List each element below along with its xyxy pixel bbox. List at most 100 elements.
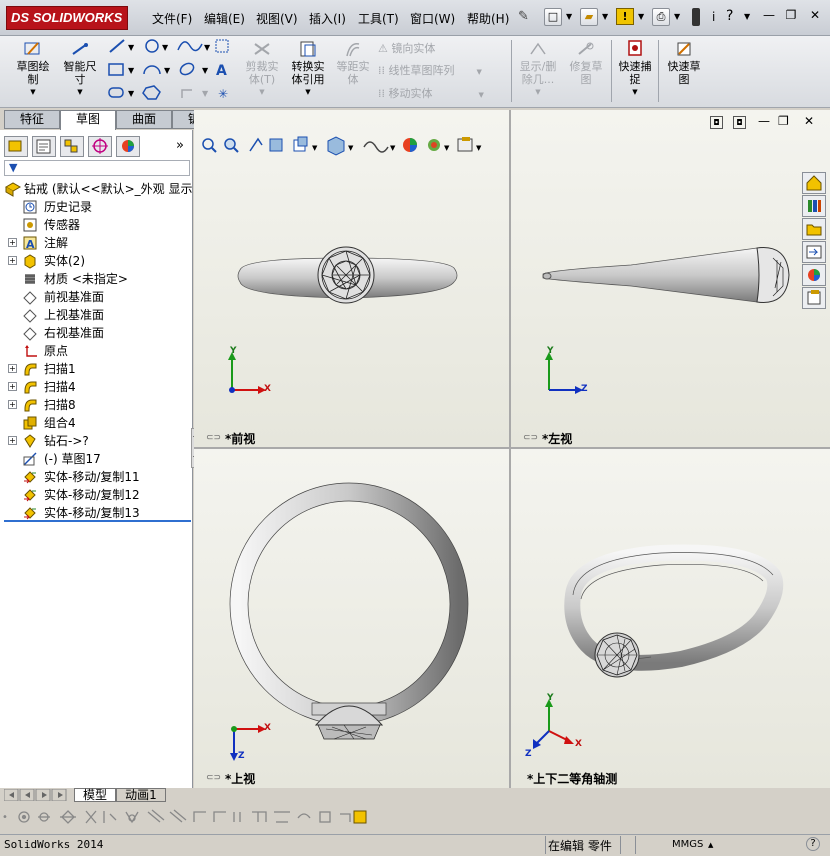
dimxpert-icon[interactable] xyxy=(88,136,112,157)
sketch-tools-grid[interactable]: ▼ ▼ ▼ ▼ ▼ ▼ A ▼ ▼ ✳ xyxy=(106,38,236,104)
rapid-sketch-button[interactable]: 快速草 图 xyxy=(662,40,706,86)
expand-toggle-icon[interactable]: + xyxy=(8,256,17,265)
status-help-button[interactable]: ? xyxy=(806,837,820,851)
status-units[interactable]: MMGS xyxy=(672,839,703,850)
minimize-icon[interactable]: — xyxy=(760,8,778,24)
viewport-restore-icon[interactable]: ❐ xyxy=(778,114,789,128)
apply-scene-icon[interactable] xyxy=(428,139,440,151)
open-folder-icon[interactable]: ▰ xyxy=(580,8,598,26)
viewport-front[interactable]: Y X ⊂⊃ *前视 xyxy=(194,110,509,447)
menu-window[interactable]: 窗口(W) xyxy=(410,10,455,27)
show-delete-relations-button[interactable]: 显示/删 除几... ▼ xyxy=(514,40,562,99)
tree-item[interactable]: + 扫描4 xyxy=(0,378,190,396)
viewport-left[interactable]: Y Z ⊂⊃ *左视 xyxy=(511,110,830,447)
configuration-manager-icon[interactable] xyxy=(60,136,84,157)
chevron-down-icon[interactable]: ▼ xyxy=(744,12,750,21)
tree-item[interactable]: + A 注解 xyxy=(0,234,190,252)
link-icon[interactable]: ⊂⊃ xyxy=(206,773,221,783)
link-icon[interactable]: ⊂⊃ xyxy=(523,433,538,443)
viewport-close-icon[interactable]: ✕ xyxy=(804,114,814,128)
tree-item[interactable]: 前视基准面 xyxy=(0,288,190,306)
chevron-down-icon[interactable]: ▼ xyxy=(638,12,644,21)
sketch-button[interactable]: 草图绘 制 ▼ xyxy=(10,40,56,99)
heads-up-view-toolbar[interactable]: ▼ ▼ ▼ ▼ ▼ xyxy=(200,135,500,157)
tree-item[interactable]: + 钻石->? xyxy=(0,432,190,450)
display-manager-icon[interactable] xyxy=(116,136,140,157)
taskpane-appearances-icon[interactable] xyxy=(802,264,826,286)
tab-features[interactable]: 特征 xyxy=(4,110,60,129)
convert-entities-button[interactable]: 转换实 体引用 ▼ xyxy=(286,40,330,99)
section-view-icon[interactable] xyxy=(269,138,283,152)
tree-item[interactable]: + 扫描8 xyxy=(0,396,190,414)
chevron-down-icon[interactable]: ▼ xyxy=(602,12,608,21)
menu-tools[interactable]: 工具(T) xyxy=(358,10,399,27)
info-icon[interactable]: i xyxy=(712,10,715,24)
expand-toggle-icon[interactable]: + xyxy=(8,364,17,373)
taskpane-file-explorer-icon[interactable] xyxy=(802,218,826,240)
tree-item[interactable]: + 扫描1 xyxy=(0,360,190,378)
property-manager-icon[interactable] xyxy=(32,136,56,157)
menu-file[interactable]: 文件(F) xyxy=(152,10,192,27)
help-icon[interactable]: ? xyxy=(726,8,733,24)
tree-item[interactable]: 实体-移动/复制12 xyxy=(0,486,190,504)
new-document-icon[interactable]: □ xyxy=(544,8,562,26)
link-icon[interactable]: ⊂⊃ xyxy=(206,433,221,443)
tile-view-icon[interactable]: ◘ xyxy=(710,116,723,129)
taskpane-view-palette-icon[interactable] xyxy=(802,241,826,263)
tree-item[interactable]: 实体-移动/复制11 xyxy=(0,468,190,486)
tree-item[interactable]: 原点 xyxy=(0,342,190,360)
close-icon[interactable]: ✕ xyxy=(806,8,824,24)
chevron-down-icon[interactable]: ▼ xyxy=(566,12,572,21)
quick-snaps-button[interactable]: 快速捕 捉 ▼ xyxy=(614,40,656,99)
rollback-bar[interactable] xyxy=(4,520,191,522)
tree-item[interactable]: 组合4 xyxy=(0,414,190,432)
zoom-to-fit-icon[interactable] xyxy=(202,138,217,153)
display-style-icon[interactable] xyxy=(363,141,389,153)
menu-help[interactable]: 帮助(H) xyxy=(467,10,509,27)
traffic-light-icon[interactable] xyxy=(692,8,700,26)
edit-appearance-icon[interactable] xyxy=(403,138,417,152)
pin-icon[interactable]: ✎ xyxy=(518,9,529,24)
menu-edit[interactable]: 编辑(E) xyxy=(204,10,245,27)
chevron-down-icon[interactable]: ▼ xyxy=(674,12,680,21)
tab-scroll-arrows[interactable] xyxy=(4,789,70,801)
tree-item[interactable]: 材质 <未指定> xyxy=(0,270,190,288)
tree-item[interactable]: 上视基准面 xyxy=(0,306,190,324)
tree-item[interactable]: 传感器 xyxy=(0,216,190,234)
previous-view-icon[interactable] xyxy=(249,137,263,152)
sketch-relations-toolbar[interactable]: • xyxy=(0,806,380,828)
move-entities-button[interactable]: ⁞⁞ 移动实体 ▼ xyxy=(378,85,484,101)
tree-filter[interactable]: ▼ xyxy=(4,160,190,176)
tree-item[interactable]: (-) 草图17 xyxy=(0,450,190,468)
viewport-minimize-icon[interactable]: — xyxy=(758,114,770,128)
menu-insert[interactable]: 插入(I) xyxy=(309,10,346,27)
tree-item[interactable]: + 实体(2) xyxy=(0,252,190,270)
viewport-isometric[interactable]: Y X Z *上下二等角轴测 xyxy=(511,449,830,788)
print-icon[interactable]: ⎙ xyxy=(652,8,670,26)
tab-animation[interactable]: 动画1 xyxy=(116,788,166,802)
expand-toggle-icon[interactable]: + xyxy=(8,382,17,391)
mirror-entities-button[interactable]: ⚠ 镜向实体 xyxy=(378,40,435,56)
tab-surfaces[interactable]: 曲面 xyxy=(116,110,172,129)
menu-view[interactable]: 视图(V) xyxy=(256,10,298,27)
taskpane-custom-properties-icon[interactable] xyxy=(802,287,826,309)
taskpane-design-library-icon[interactable] xyxy=(802,195,826,217)
expand-chevron-icon[interactable]: » xyxy=(176,138,184,153)
tree-item[interactable]: 历史记录 xyxy=(0,198,190,216)
dynamic-annotation-icon[interactable] xyxy=(293,136,308,152)
single-view-icon[interactable]: ◘ xyxy=(733,116,746,129)
viewport-top[interactable]: X Z ⊂⊃ *上视 xyxy=(194,449,509,788)
trim-entities-button[interactable]: 剪裁实 体(T) ▼ xyxy=(240,40,284,99)
view-settings-icon[interactable] xyxy=(457,137,473,152)
tab-sketch[interactable]: 草图 xyxy=(60,110,116,130)
offset-entities-button[interactable]: 等距实 体 xyxy=(332,40,374,86)
view-orientation-icon[interactable] xyxy=(327,136,345,156)
restore-icon[interactable]: ❐ xyxy=(782,8,800,24)
rebuild-warning-icon[interactable]: ! xyxy=(616,8,634,25)
repair-sketch-button[interactable]: 修复草 图 xyxy=(564,40,608,86)
tree-item[interactable]: 右视基准面 xyxy=(0,324,190,342)
expand-toggle-icon[interactable]: + xyxy=(8,400,17,409)
feature-manager-icon[interactable] xyxy=(4,136,28,157)
expand-toggle-icon[interactable]: + xyxy=(8,436,17,445)
zoom-area-icon[interactable] xyxy=(224,138,239,153)
